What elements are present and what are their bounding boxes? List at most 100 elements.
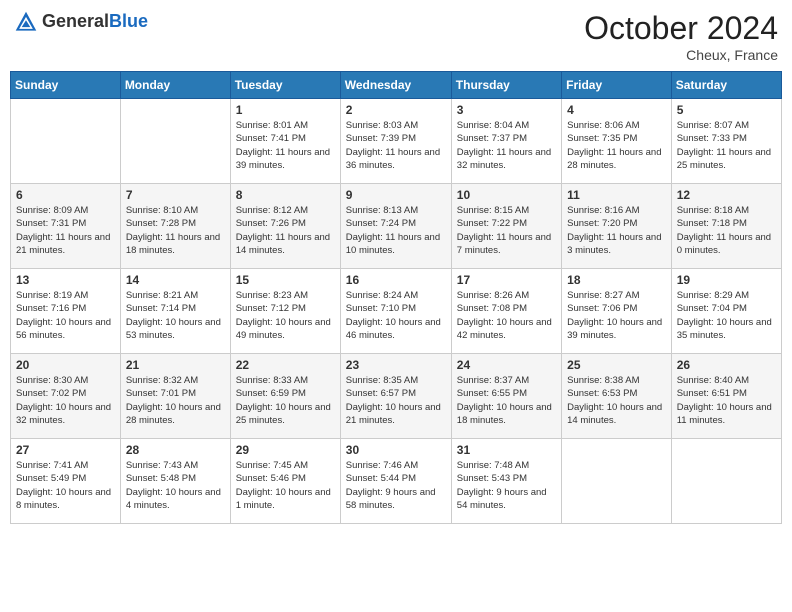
day-number: 22 <box>236 358 335 372</box>
day-info: Sunrise: 8:35 AMSunset: 6:57 PMDaylight:… <box>346 374 446 427</box>
day-number: 24 <box>457 358 556 372</box>
calendar-table: SundayMondayTuesdayWednesdayThursdayFrid… <box>10 71 782 524</box>
logo-icon <box>14 10 38 34</box>
day-info: Sunrise: 8:33 AMSunset: 6:59 PMDaylight:… <box>236 374 335 427</box>
calendar-cell: 1 Sunrise: 8:01 AMSunset: 7:41 PMDaylight… <box>230 99 340 184</box>
calendar-cell: 9 Sunrise: 8:13 AMSunset: 7:24 PMDaylight… <box>340 184 451 269</box>
day-info: Sunrise: 8:24 AMSunset: 7:10 PMDaylight:… <box>346 289 446 342</box>
weekday-header: Thursday <box>451 72 561 99</box>
calendar-cell: 29 Sunrise: 7:45 AMSunset: 5:46 PMDayligh… <box>230 439 340 524</box>
day-info: Sunrise: 8:37 AMSunset: 6:55 PMDaylight:… <box>457 374 556 427</box>
calendar-cell: 22 Sunrise: 8:33 AMSunset: 6:59 PMDayligh… <box>230 354 340 439</box>
day-number: 14 <box>126 273 225 287</box>
calendar-week-row: 13 Sunrise: 8:19 AMSunset: 7:16 PMDayligh… <box>11 269 782 354</box>
day-info: Sunrise: 7:46 AMSunset: 5:44 PMDaylight:… <box>346 459 446 512</box>
day-number: 27 <box>16 443 115 457</box>
weekday-header: Wednesday <box>340 72 451 99</box>
calendar-cell: 27 Sunrise: 7:41 AMSunset: 5:49 PMDayligh… <box>11 439 121 524</box>
weekday-header: Monday <box>120 72 230 99</box>
calendar-cell: 23Sunrise: 8:35 AMSunset: 6:57 PMDayligh… <box>340 354 451 439</box>
calendar-cell <box>120 99 230 184</box>
calendar-cell: 30 Sunrise: 7:46 AMSunset: 5:44 PMDayligh… <box>340 439 451 524</box>
day-number: 29 <box>236 443 335 457</box>
calendar-cell: 5 Sunrise: 8:07 AMSunset: 7:33 PMDaylight… <box>671 99 781 184</box>
weekday-header: Friday <box>562 72 672 99</box>
day-number: 31 <box>457 443 556 457</box>
calendar-cell: 18 Sunrise: 8:27 AMSunset: 7:06 PMDayligh… <box>562 269 672 354</box>
day-info: Sunrise: 8:27 AMSunset: 7:06 PMDaylight:… <box>567 289 666 342</box>
day-number: 21 <box>126 358 225 372</box>
day-info: Sunrise: 8:23 AMSunset: 7:12 PMDaylight:… <box>236 289 335 342</box>
day-number: 17 <box>457 273 556 287</box>
day-info: Sunrise: 8:19 AMSunset: 7:16 PMDaylight:… <box>16 289 115 342</box>
calendar-cell: 10Sunrise: 8:15 AMSunset: 7:22 PMDayligh… <box>451 184 561 269</box>
day-info: Sunrise: 7:48 AMSunset: 5:43 PMDaylight:… <box>457 459 556 512</box>
day-info: Sunrise: 8:26 AMSunset: 7:08 PMDaylight:… <box>457 289 556 342</box>
day-info: Sunrise: 8:01 AMSunset: 7:41 PMDaylight:… <box>236 119 335 172</box>
weekday-header-row: SundayMondayTuesdayWednesdayThursdayFrid… <box>11 72 782 99</box>
calendar-cell: 21 Sunrise: 8:32 AMSunset: 7:01 PMDayligh… <box>120 354 230 439</box>
day-number: 26 <box>677 358 776 372</box>
day-number: 13 <box>16 273 115 287</box>
day-number: 6 <box>16 188 115 202</box>
day-info: Sunrise: 8:06 AMSunset: 7:35 PMDaylight:… <box>567 119 666 172</box>
day-info: Sunrise: 8:12 AMSunset: 7:26 PMDaylight:… <box>236 204 335 257</box>
day-info: Sunrise: 8:04 AMSunset: 7:37 PMDaylight:… <box>457 119 556 172</box>
calendar-cell: 17 Sunrise: 8:26 AMSunset: 7:08 PMDayligh… <box>451 269 561 354</box>
calendar-cell: 20Sunrise: 8:30 AMSunset: 7:02 PMDayligh… <box>11 354 121 439</box>
calendar-cell: 16 Sunrise: 8:24 AMSunset: 7:10 PMDayligh… <box>340 269 451 354</box>
calendar-cell <box>671 439 781 524</box>
day-number: 5 <box>677 103 776 117</box>
calendar-cell: 6 Sunrise: 8:09 AMSunset: 7:31 PMDaylight… <box>11 184 121 269</box>
calendar-cell: 8 Sunrise: 8:12 AMSunset: 7:26 PMDaylight… <box>230 184 340 269</box>
weekday-header: Tuesday <box>230 72 340 99</box>
day-number: 1 <box>236 103 335 117</box>
day-info: Sunrise: 8:38 AMSunset: 6:53 PMDaylight:… <box>567 374 666 427</box>
calendar-cell: 13 Sunrise: 8:19 AMSunset: 7:16 PMDayligh… <box>11 269 121 354</box>
calendar-cell: 14 Sunrise: 8:21 AMSunset: 7:14 PMDayligh… <box>120 269 230 354</box>
day-number: 25 <box>567 358 666 372</box>
calendar-cell: 2Sunrise: 8:03 AMSunset: 7:39 PMDaylight… <box>340 99 451 184</box>
calendar-cell <box>11 99 121 184</box>
calendar-cell: 28 Sunrise: 7:43 AMSunset: 5:48 PMDayligh… <box>120 439 230 524</box>
day-info: Sunrise: 7:41 AMSunset: 5:49 PMDaylight:… <box>16 459 115 512</box>
month-title: October 2024 <box>584 10 778 47</box>
day-number: 15 <box>236 273 335 287</box>
day-number: 28 <box>126 443 225 457</box>
day-info: Sunrise: 8:29 AMSunset: 7:04 PMDaylight:… <box>677 289 776 342</box>
day-number: 30 <box>346 443 446 457</box>
day-info: Sunrise: 8:21 AMSunset: 7:14 PMDaylight:… <box>126 289 225 342</box>
day-number: 4 <box>567 103 666 117</box>
calendar-week-row: 1 Sunrise: 8:01 AMSunset: 7:41 PMDaylight… <box>11 99 782 184</box>
calendar-cell: 4 Sunrise: 8:06 AMSunset: 7:35 PMDaylight… <box>562 99 672 184</box>
calendar-cell: 12 Sunrise: 8:18 AMSunset: 7:18 PMDayligh… <box>671 184 781 269</box>
day-info: Sunrise: 8:32 AMSunset: 7:01 PMDaylight:… <box>126 374 225 427</box>
day-info: Sunrise: 8:09 AMSunset: 7:31 PMDaylight:… <box>16 204 115 257</box>
day-number: 12 <box>677 188 776 202</box>
day-number: 18 <box>567 273 666 287</box>
calendar-cell: 3Sunrise: 8:04 AMSunset: 7:37 PMDaylight… <box>451 99 561 184</box>
day-info: Sunrise: 7:45 AMSunset: 5:46 PMDaylight:… <box>236 459 335 512</box>
calendar-cell: 24 Sunrise: 8:37 AMSunset: 6:55 PMDayligh… <box>451 354 561 439</box>
day-info: Sunrise: 8:40 AMSunset: 6:51 PMDaylight:… <box>677 374 776 427</box>
logo-general-text: General <box>42 11 109 31</box>
calendar-cell: 19Sunrise: 8:29 AMSunset: 7:04 PMDayligh… <box>671 269 781 354</box>
day-number: 16 <box>346 273 446 287</box>
day-number: 10 <box>457 188 556 202</box>
day-number: 9 <box>346 188 446 202</box>
day-info: Sunrise: 8:18 AMSunset: 7:18 PMDaylight:… <box>677 204 776 257</box>
weekday-header: Sunday <box>11 72 121 99</box>
day-number: 11 <box>567 188 666 202</box>
weekday-header: Saturday <box>671 72 781 99</box>
calendar-cell: 26 Sunrise: 8:40 AMSunset: 6:51 PMDayligh… <box>671 354 781 439</box>
day-number: 8 <box>236 188 335 202</box>
day-info: Sunrise: 8:16 AMSunset: 7:20 PMDaylight:… <box>567 204 666 257</box>
page-header: GeneralBlue October 2024 Cheux, France <box>10 10 782 63</box>
logo: GeneralBlue <box>14 10 148 34</box>
day-info: Sunrise: 8:10 AMSunset: 7:28 PMDaylight:… <box>126 204 225 257</box>
day-info: Sunrise: 8:13 AMSunset: 7:24 PMDaylight:… <box>346 204 446 257</box>
day-info: Sunrise: 8:07 AMSunset: 7:33 PMDaylight:… <box>677 119 776 172</box>
location: Cheux, France <box>584 47 778 63</box>
calendar-cell: 15 Sunrise: 8:23 AMSunset: 7:12 PMDayligh… <box>230 269 340 354</box>
day-info: Sunrise: 7:43 AMSunset: 5:48 PMDaylight:… <box>126 459 225 512</box>
